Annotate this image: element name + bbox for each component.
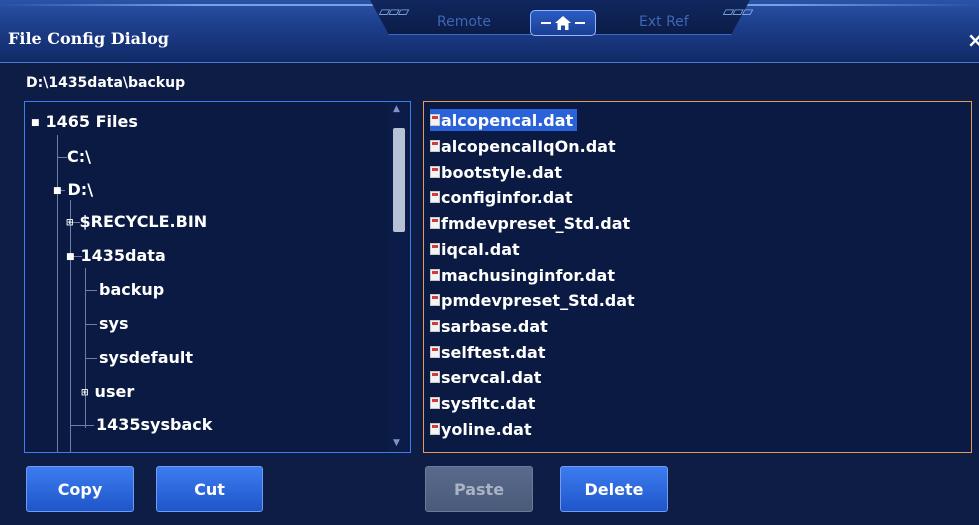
folder-tree[interactable]: ■ 1465 Files C:\ ■ D:\ ⊞ $RECYCLE.BIN ■ 1435… bbox=[24, 101, 411, 453]
decorative-stripes: ▱▱▱ bbox=[378, 2, 410, 20]
file-item[interactable]: iqcal.dat bbox=[430, 238, 524, 260]
home-button[interactable] bbox=[530, 10, 596, 36]
file-name: iqcal.dat bbox=[441, 239, 520, 259]
tree-node-label: user bbox=[94, 382, 135, 401]
file-name: pmdevpreset_Std.dat bbox=[441, 290, 635, 310]
file-item[interactable]: fmdevpreset_Std.dat bbox=[430, 212, 634, 234]
expander-icon[interactable]: ■ bbox=[31, 118, 40, 128]
tree-line bbox=[85, 358, 97, 359]
tree-node-label: C:\ bbox=[67, 147, 91, 166]
file-item[interactable]: alcopencalIqOn.dat bbox=[430, 135, 620, 157]
file-name: servcal.dat bbox=[441, 367, 542, 387]
tree-node-label: $RECYCLE.BIN bbox=[79, 212, 208, 231]
file-icon bbox=[430, 269, 440, 281]
file-name: machusinginfor.dat bbox=[441, 265, 615, 285]
paste-button[interactable]: Paste bbox=[425, 466, 533, 512]
tree-node-label: sysdefault bbox=[99, 348, 194, 367]
file-name: alcopencalIqOn.dat bbox=[441, 136, 616, 156]
tree-node-backup[interactable]: backup bbox=[99, 280, 164, 299]
copy-button[interactable]: Copy bbox=[26, 466, 134, 512]
tree-line bbox=[85, 290, 97, 291]
tree-node-label: 1435sysback bbox=[96, 415, 213, 434]
decorative-stripes: ▱▱▱ bbox=[722, 2, 754, 20]
expander-icon[interactable]: ■ bbox=[53, 186, 62, 196]
file-name: bootstyle.dat bbox=[441, 162, 562, 182]
file-name: sarbase.dat bbox=[441, 316, 548, 336]
current-path: D:\1435data\backup bbox=[26, 75, 186, 91]
file-icon bbox=[430, 346, 440, 358]
scroll-down-icon[interactable]: ▼ bbox=[393, 438, 400, 448]
file-list[interactable]: alcopencal.dat alcopencalIqOn.dat bootst… bbox=[423, 101, 972, 453]
tree-node-label: D:\ bbox=[67, 180, 94, 199]
delete-button[interactable]: Delete bbox=[560, 466, 668, 512]
file-name: configinfor.dat bbox=[441, 187, 573, 207]
file-item[interactable]: servcal.dat bbox=[430, 366, 545, 388]
expander-icon[interactable]: ⊞ bbox=[66, 218, 74, 228]
tree-node-label: backup bbox=[99, 280, 165, 299]
tree-node-label: 1465 Files bbox=[45, 112, 138, 131]
tree-node-recycle-bin[interactable]: ⊞ $RECYCLE.BIN bbox=[66, 212, 207, 231]
scroll-up-icon[interactable]: ▲ bbox=[393, 104, 400, 114]
tree-line bbox=[57, 157, 67, 158]
tree-node-c-drive[interactable]: C:\ bbox=[67, 147, 91, 166]
file-icon bbox=[430, 423, 440, 435]
tree-node-1435data[interactable]: ■ 1435data bbox=[66, 246, 166, 265]
file-item[interactable]: alcopencal.dat bbox=[430, 109, 578, 131]
file-icon bbox=[430, 397, 440, 409]
file-icon bbox=[430, 320, 440, 332]
tree-line bbox=[70, 200, 71, 452]
tree-scrollbar[interactable]: ▲ ▼ bbox=[388, 102, 410, 452]
file-name: sysfltc.dat bbox=[441, 393, 536, 413]
file-item[interactable]: configinfor.dat bbox=[430, 186, 577, 208]
tree-node-sys[interactable]: sys bbox=[99, 314, 128, 333]
tree-node-user[interactable]: ⊞ user bbox=[81, 382, 134, 401]
file-item[interactable]: pmdevpreset_Std.dat bbox=[430, 289, 639, 311]
file-icon bbox=[430, 294, 440, 306]
tree-node-sysdefault[interactable]: sysdefault bbox=[99, 348, 193, 367]
title-bar: ▱▱▱ ▱▱▱ Remote Ext Ref File Config Dialo… bbox=[0, 0, 979, 63]
tab-remote[interactable]: Remote bbox=[437, 14, 491, 30]
tree-line bbox=[85, 268, 86, 428]
file-icon bbox=[430, 217, 440, 229]
file-name: alcopencal.dat bbox=[441, 110, 574, 130]
file-name: fmdevpreset_Std.dat bbox=[441, 213, 631, 233]
file-icon bbox=[430, 191, 440, 203]
file-name: selftest.dat bbox=[441, 342, 546, 362]
file-item[interactable]: yoline.dat bbox=[430, 418, 536, 440]
file-item[interactable]: selftest.dat bbox=[430, 341, 549, 363]
file-icon bbox=[430, 114, 440, 126]
file-item[interactable]: sysfltc.dat bbox=[430, 392, 539, 414]
tree-node-label: sys bbox=[99, 314, 129, 333]
tree-node-root[interactable]: ■ 1465 Files bbox=[31, 112, 138, 131]
file-item[interactable]: sarbase.dat bbox=[430, 315, 552, 337]
file-icon bbox=[430, 166, 440, 178]
file-name: yoline.dat bbox=[441, 419, 532, 439]
close-icon[interactable]: × bbox=[967, 28, 979, 52]
dialog-title: File Config Dialog bbox=[8, 29, 169, 48]
file-icon bbox=[430, 243, 440, 255]
tree-node-d-drive[interactable]: ■ D:\ bbox=[53, 180, 93, 199]
file-item[interactable]: bootstyle.dat bbox=[430, 161, 566, 183]
tree-node-1435sysback[interactable]: 1435sysback bbox=[96, 415, 212, 434]
tree-line bbox=[85, 324, 97, 325]
file-icon bbox=[430, 371, 440, 383]
expander-icon[interactable]: ■ bbox=[66, 252, 75, 262]
expander-icon[interactable]: ⊞ bbox=[81, 388, 89, 398]
scroll-thumb[interactable] bbox=[393, 128, 405, 232]
file-item[interactable]: machusinginfor.dat bbox=[430, 264, 619, 286]
tree-node-label: 1435data bbox=[80, 246, 166, 265]
tab-ext-ref[interactable]: Ext Ref bbox=[639, 14, 689, 30]
file-icon bbox=[430, 140, 440, 152]
home-icon bbox=[555, 16, 571, 30]
tree-line bbox=[70, 425, 94, 426]
cut-button[interactable]: Cut bbox=[156, 466, 263, 512]
